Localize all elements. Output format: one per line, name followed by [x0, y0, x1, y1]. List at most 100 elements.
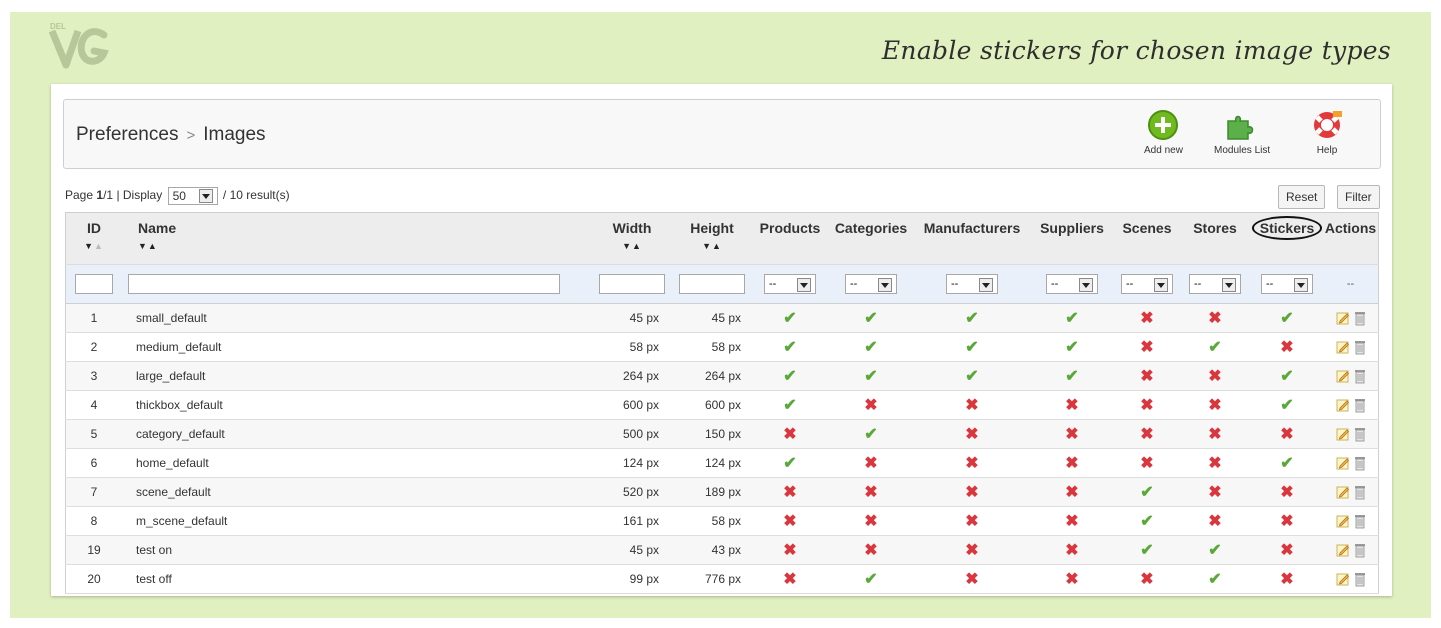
cross-icon[interactable]: ✖ [1140, 571, 1153, 588]
pencil-icon[interactable] [1336, 311, 1350, 325]
column-header-id[interactable]: ID ▼▲ [65, 212, 122, 265]
check-icon[interactable]: ✔ [1280, 368, 1293, 385]
cell-stickers[interactable]: ✖ [1251, 564, 1323, 594]
filter-name-input[interactable] [128, 274, 560, 294]
check-icon[interactable]: ✔ [783, 455, 796, 472]
cell-scenes[interactable]: ✖ [1115, 303, 1179, 333]
cell-stores[interactable]: ✖ [1179, 477, 1251, 507]
cell-stickers[interactable]: ✖ [1251, 477, 1323, 507]
table-row[interactable]: 2 medium_default 58 px 58 px ✔ ✔ ✔ ✔ ✖ ✔ ✖ [65, 332, 1379, 362]
table-row[interactable]: 20 test off 99 px 776 px ✖ ✔ ✖ ✖ ✖ ✔ ✖ [65, 564, 1379, 594]
check-icon[interactable]: ✔ [864, 571, 877, 588]
cross-icon[interactable]: ✖ [1065, 542, 1078, 559]
cross-icon[interactable]: ✖ [1140, 455, 1153, 472]
cell-stickers[interactable]: ✖ [1251, 419, 1323, 449]
cell-stickers[interactable]: ✖ [1251, 332, 1323, 362]
cell-stickers[interactable]: ✖ [1251, 506, 1323, 536]
cell-manufacturers[interactable]: ✖ [915, 390, 1029, 420]
cell-products[interactable]: ✖ [753, 419, 827, 449]
cross-icon[interactable]: ✖ [783, 426, 796, 443]
cross-icon[interactable]: ✖ [864, 484, 877, 501]
cell-manufacturers[interactable]: ✖ [915, 448, 1029, 478]
check-icon[interactable]: ✔ [965, 310, 978, 327]
filter-suppliers-select[interactable]: -- [1046, 274, 1098, 294]
table-row[interactable]: 4 thickbox_default 600 px 600 px ✔ ✖ ✖ ✖ ✖ ✖ ✔ [65, 390, 1379, 420]
cell-stickers[interactable]: ✔ [1251, 448, 1323, 478]
cross-icon[interactable]: ✖ [1065, 571, 1078, 588]
cross-icon[interactable]: ✖ [1208, 368, 1221, 385]
cell-manufacturers[interactable]: ✖ [915, 535, 1029, 565]
cell-suppliers[interactable]: ✖ [1029, 419, 1115, 449]
cross-icon[interactable]: ✖ [864, 542, 877, 559]
cell-categories[interactable]: ✔ [827, 419, 915, 449]
cell-stickers[interactable]: ✔ [1251, 303, 1323, 333]
cross-icon[interactable]: ✖ [783, 542, 796, 559]
filter-manufacturers-select[interactable]: -- [946, 274, 998, 294]
cross-icon[interactable]: ✖ [1208, 397, 1221, 414]
cross-icon[interactable]: ✖ [1065, 513, 1078, 530]
check-icon[interactable]: ✔ [783, 397, 796, 414]
cell-suppliers[interactable]: ✖ [1029, 506, 1115, 536]
cross-icon[interactable]: ✖ [1140, 368, 1153, 385]
cell-categories[interactable]: ✖ [827, 535, 915, 565]
cell-products[interactable]: ✖ [753, 535, 827, 565]
check-icon[interactable]: ✔ [965, 368, 978, 385]
sort-arrows[interactable]: ▼▲ [66, 241, 122, 251]
pencil-icon[interactable] [1336, 456, 1350, 470]
table-row[interactable]: 8 m_scene_default 161 px 58 px ✖ ✖ ✖ ✖ ✔ ✖ ✖ [65, 506, 1379, 536]
cell-scenes[interactable]: ✖ [1115, 390, 1179, 420]
column-header-width[interactable]: Width ▼▲ [593, 212, 671, 265]
cell-products[interactable]: ✔ [753, 303, 827, 333]
pencil-icon[interactable] [1336, 340, 1350, 354]
cell-manufacturers[interactable]: ✔ [915, 361, 1029, 391]
check-icon[interactable]: ✔ [1140, 484, 1153, 501]
cell-scenes[interactable]: ✖ [1115, 419, 1179, 449]
cell-manufacturers[interactable]: ✔ [915, 332, 1029, 362]
cell-scenes[interactable]: ✖ [1115, 448, 1179, 478]
cross-icon[interactable]: ✖ [1140, 426, 1153, 443]
cell-categories[interactable]: ✔ [827, 361, 915, 391]
filter-stickers-select[interactable]: -- [1261, 274, 1313, 294]
cross-icon[interactable]: ✖ [1065, 426, 1078, 443]
trash-icon[interactable] [1354, 311, 1366, 326]
table-row[interactable]: 7 scene_default 520 px 189 px ✖ ✖ ✖ ✖ ✔ ✖ ✖ [65, 477, 1379, 507]
cell-suppliers[interactable]: ✔ [1029, 361, 1115, 391]
cell-stores[interactable]: ✔ [1179, 535, 1251, 565]
check-icon[interactable]: ✔ [783, 368, 796, 385]
cell-products[interactable]: ✖ [753, 477, 827, 507]
check-icon[interactable]: ✔ [1140, 513, 1153, 530]
cross-icon[interactable]: ✖ [1208, 426, 1221, 443]
check-icon[interactable]: ✔ [1065, 310, 1078, 327]
cell-categories[interactable]: ✖ [827, 506, 915, 536]
cell-products[interactable]: ✔ [753, 361, 827, 391]
cross-icon[interactable]: ✖ [1280, 426, 1293, 443]
cell-categories[interactable]: ✔ [827, 303, 915, 333]
trash-icon[interactable] [1354, 543, 1366, 558]
cross-icon[interactable]: ✖ [1208, 513, 1221, 530]
cross-icon[interactable]: ✖ [1208, 484, 1221, 501]
cross-icon[interactable]: ✖ [1280, 339, 1293, 356]
column-header-name[interactable]: Name ▼▲ [122, 212, 593, 265]
sort-arrows[interactable]: ▼▲ [671, 241, 753, 251]
cross-icon[interactable]: ✖ [783, 571, 796, 588]
cross-icon[interactable]: ✖ [864, 513, 877, 530]
cell-suppliers[interactable]: ✖ [1029, 564, 1115, 594]
reset-button[interactable]: Reset [1278, 185, 1326, 209]
cell-products[interactable]: ✔ [753, 448, 827, 478]
sort-arrows[interactable]: ▼▲ [138, 241, 593, 251]
cross-icon[interactable]: ✖ [1140, 310, 1153, 327]
pencil-icon[interactable] [1336, 485, 1350, 499]
cell-categories[interactable]: ✖ [827, 448, 915, 478]
cell-suppliers[interactable]: ✔ [1029, 332, 1115, 362]
cell-stores[interactable]: ✖ [1179, 390, 1251, 420]
pencil-icon[interactable] [1336, 398, 1350, 412]
check-icon[interactable]: ✔ [1208, 571, 1221, 588]
cell-scenes[interactable]: ✖ [1115, 564, 1179, 594]
cell-suppliers[interactable]: ✔ [1029, 303, 1115, 333]
cell-stickers[interactable]: ✖ [1251, 535, 1323, 565]
cell-scenes[interactable]: ✔ [1115, 506, 1179, 536]
table-row[interactable]: 6 home_default 124 px 124 px ✔ ✖ ✖ ✖ ✖ ✖ ✔ [65, 448, 1379, 478]
help-button[interactable]: Help [1310, 109, 1344, 156]
table-row[interactable]: 1 small_default 45 px 45 px ✔ ✔ ✔ ✔ ✖ ✖ ✔ [65, 303, 1379, 333]
modules-list-button[interactable]: Modules List [1214, 109, 1270, 156]
